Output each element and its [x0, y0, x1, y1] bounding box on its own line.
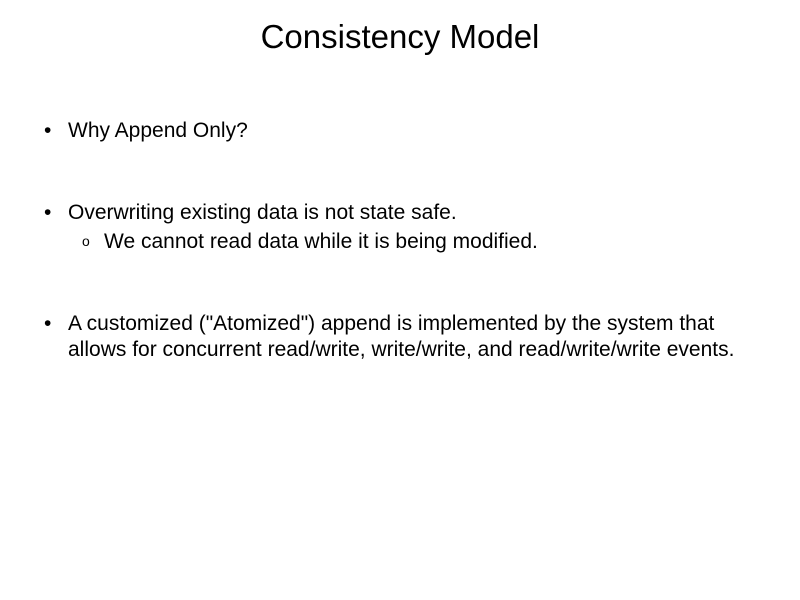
list-item: A customized ("Atomized") append is impl… [38, 311, 762, 364]
bullet-text: A customized ("Atomized") append is impl… [68, 312, 734, 361]
slide-title: Consistency Model [0, 0, 800, 56]
sub-list-item: We cannot read data while it is being mo… [68, 229, 762, 255]
list-item: Why Append Only? [38, 118, 762, 144]
slide-content: Why Append Only? Overwriting existing da… [0, 118, 800, 363]
bullet-text: Overwriting existing data is not state s… [68, 201, 457, 224]
sub-bullet-list: We cannot read data while it is being mo… [68, 229, 762, 255]
bullet-text: Why Append Only? [68, 119, 248, 142]
sub-bullet-text: We cannot read data while it is being mo… [104, 230, 538, 253]
bullet-list: Why Append Only? Overwriting existing da… [38, 118, 762, 363]
list-item: Overwriting existing data is not state s… [38, 200, 762, 255]
slide: Consistency Model Why Append Only? Overw… [0, 0, 800, 600]
